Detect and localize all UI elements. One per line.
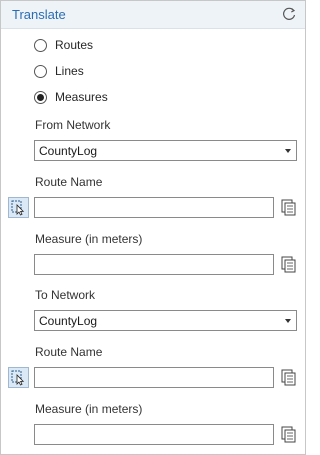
copy-icon <box>281 199 296 216</box>
from-route-pick-button[interactable] <box>8 197 29 218</box>
chevron-down-icon <box>285 319 291 323</box>
radio-measures[interactable]: Measures <box>34 88 108 106</box>
copy-icon <box>281 369 296 386</box>
from-route-name-input[interactable] <box>34 197 274 218</box>
to-network-value: CountyLog <box>39 314 98 328</box>
panel-title: Translate <box>12 7 66 22</box>
to-network-label: To Network <box>35 288 96 302</box>
radio-button-selected[interactable] <box>34 90 47 104</box>
from-network-value: CountyLog <box>39 144 98 158</box>
pick-from-map-icon <box>11 200 25 216</box>
from-route-copy-button[interactable] <box>278 197 299 218</box>
refresh-icon[interactable] <box>281 6 297 22</box>
to-measure-input[interactable] <box>34 424 274 445</box>
translate-panel: Translate Routes Lines Measures From Net… <box>0 0 306 455</box>
to-route-copy-button[interactable] <box>278 367 299 388</box>
radio-routes[interactable]: Routes <box>34 36 93 54</box>
radio-button[interactable] <box>34 64 47 78</box>
panel-header: Translate <box>1 1 305 29</box>
radio-label: Measures <box>55 90 108 104</box>
chevron-down-icon <box>285 149 291 153</box>
from-network-dropdown[interactable]: CountyLog <box>34 140 297 161</box>
from-measure-copy-button[interactable] <box>278 254 299 275</box>
from-measure-label: Measure (in meters) <box>35 232 143 246</box>
from-measure-input[interactable] <box>34 254 274 275</box>
from-route-name-label: Route Name <box>35 175 103 189</box>
to-measure-copy-button[interactable] <box>278 424 299 445</box>
to-network-dropdown[interactable]: CountyLog <box>34 310 297 331</box>
to-route-pick-button[interactable] <box>8 367 29 388</box>
pick-from-map-icon <box>11 370 25 386</box>
copy-icon <box>281 256 296 273</box>
from-network-label: From Network <box>35 118 111 132</box>
radio-label: Routes <box>55 38 94 52</box>
to-measure-label: Measure (in meters) <box>35 402 143 416</box>
copy-icon <box>281 426 296 443</box>
radio-button[interactable] <box>34 38 47 52</box>
radio-lines[interactable]: Lines <box>34 62 84 80</box>
radio-label: Lines <box>55 64 84 78</box>
to-route-name-label: Route Name <box>35 345 103 359</box>
to-route-name-input[interactable] <box>34 367 274 388</box>
